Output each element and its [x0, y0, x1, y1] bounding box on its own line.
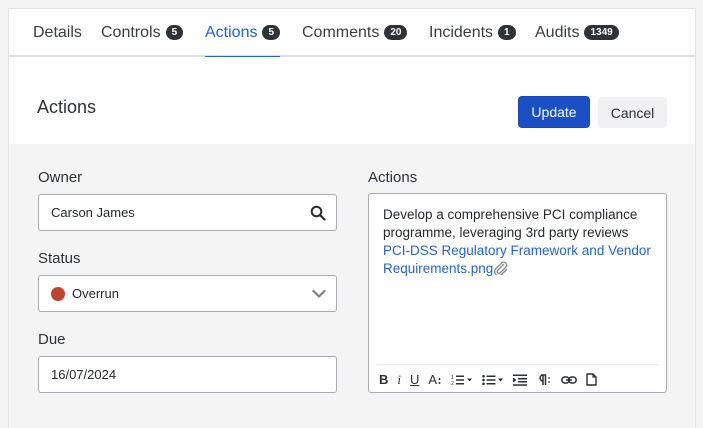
due-value: 16/07/2024	[51, 367, 117, 382]
tab-label: Controls	[101, 24, 161, 41]
tab-label: Comments	[302, 24, 380, 41]
tab-label: Actions	[205, 24, 258, 41]
svg-text:2: 2	[451, 381, 454, 386]
tab-audits[interactable]: Audits 1349	[535, 9, 619, 56]
tab-details[interactable]: Details	[33, 9, 82, 56]
status-select[interactable]: Overrun	[38, 275, 337, 312]
indent-icon[interactable]	[513, 374, 528, 386]
count-badge: 1349	[584, 25, 619, 40]
status-value: Overrun	[72, 286, 119, 301]
status-label: Status	[38, 250, 81, 267]
chevron-down-icon	[312, 289, 326, 299]
document-icon[interactable]	[586, 373, 597, 386]
tab-comments[interactable]: Comments 20	[302, 9, 408, 56]
attachment-link[interactable]: PCI-DSS Regulatory Framework and Vendor …	[383, 243, 651, 276]
owner-label: Owner	[38, 169, 83, 186]
actions-text: Develop a comprehensive PCI compliance p…	[383, 207, 638, 240]
panel-title: Actions	[37, 97, 97, 117]
count-badge: 1	[498, 25, 516, 40]
actions-editor[interactable]: Develop a comprehensive PCI compliance p…	[368, 193, 667, 393]
due-date-input[interactable]: 16/07/2024	[38, 356, 337, 393]
actions-label: Actions	[368, 169, 418, 186]
underline-icon[interactable]: U	[410, 372, 419, 387]
cancel-button[interactable]: Cancel	[598, 97, 667, 128]
editor-toolbar: B i U A 12	[377, 364, 658, 388]
link-icon[interactable]	[561, 374, 578, 386]
status-color-dot	[51, 286, 65, 301]
count-badge: 5	[165, 25, 184, 40]
tab-bar: Details Controls 5 Actions 5 Comments 20 In…	[8, 8, 696, 58]
search-icon[interactable]	[310, 205, 326, 221]
bullet-list-icon[interactable]	[482, 374, 504, 386]
tab-label: Details	[33, 24, 82, 41]
tab-incidents[interactable]: Incidents 1	[429, 9, 516, 56]
count-badge: 20	[384, 25, 408, 40]
italic-icon[interactable]: i	[397, 372, 401, 388]
ordered-list-icon[interactable]: 12	[451, 374, 473, 386]
paragraph-icon[interactable]	[536, 373, 552, 386]
due-label: Due	[38, 331, 66, 348]
owner-field[interactable]: Carson James	[38, 194, 337, 231]
update-button[interactable]: Update	[518, 96, 590, 128]
font-size-glyph: A	[428, 372, 438, 387]
editor-content[interactable]: Develop a comprehensive PCI compliance p…	[383, 206, 658, 278]
tab-controls[interactable]: Controls 5	[101, 9, 184, 56]
tab-label: Incidents	[429, 24, 494, 41]
font-size-icon[interactable]: A	[428, 372, 442, 387]
actions-panel: Actions Update Cancel Owner Carson James…	[8, 57, 696, 428]
paperclip-icon	[493, 261, 509, 277]
tab-actions[interactable]: Actions 5	[205, 9, 281, 58]
tab-label: Audits	[535, 24, 580, 41]
bold-icon[interactable]: B	[379, 372, 388, 387]
count-badge: 5	[262, 25, 281, 40]
owner-value: Carson James	[51, 205, 135, 220]
